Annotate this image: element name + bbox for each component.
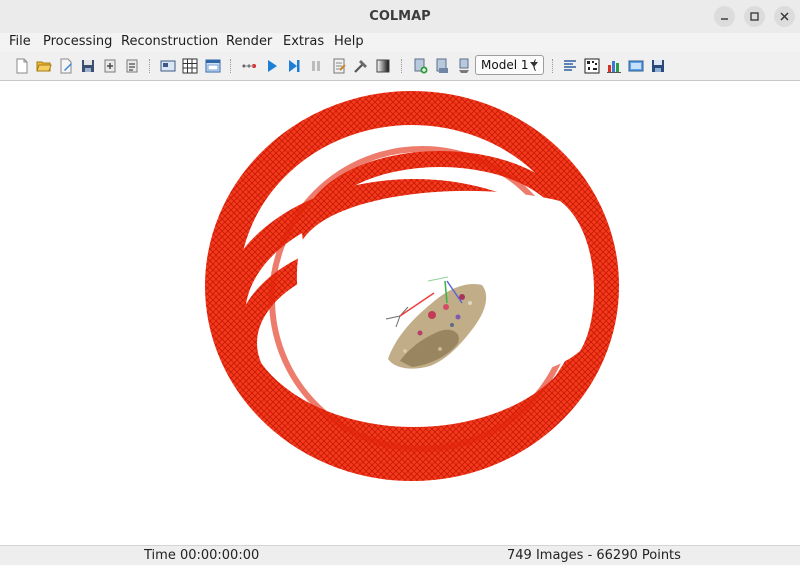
menu-extras[interactable]: Extras [283, 34, 324, 49]
start-reconstruction-icon[interactable] [264, 58, 280, 74]
maximize-button[interactable] [744, 6, 765, 27]
database-management-icon[interactable] [205, 58, 221, 74]
menu-help[interactable]: Help [334, 34, 364, 49]
status-time: Time 00:00:00:00 [144, 548, 260, 563]
opengl-viewport[interactable] [0, 81, 800, 545]
reconstruction-stats-icon[interactable] [606, 58, 622, 74]
import-model-icon[interactable] [102, 58, 118, 74]
add-model-icon[interactable] [412, 58, 428, 74]
menu-processing[interactable]: Processing [43, 34, 112, 49]
reconstruction-scene[interactable] [0, 81, 800, 545]
window-title: COLMAP [369, 9, 431, 24]
toolbar-separator [230, 59, 232, 73]
menu-render[interactable]: Render [226, 34, 272, 49]
toolbar [0, 52, 800, 81]
open-project-icon[interactable] [36, 58, 52, 74]
save-grab-icon[interactable] [650, 58, 666, 74]
pause-reconstruction-icon[interactable] [308, 58, 324, 74]
remove-model-icon[interactable] [456, 58, 472, 74]
bundle-adjustment-icon[interactable] [331, 58, 347, 74]
model-stats-icon[interactable] [562, 58, 578, 74]
title-bar: COLMAP [0, 0, 800, 34]
step-reconstruction-icon[interactable] [286, 58, 302, 74]
minimize-button[interactable] [714, 6, 735, 27]
maximize-icon [750, 12, 759, 21]
model-select[interactable]: Model 1 ( [475, 55, 544, 75]
match-matrix-icon[interactable] [584, 58, 600, 74]
toolbar-separator [552, 59, 554, 73]
minimize-icon [721, 18, 728, 20]
menu-bar: File Processing Reconstruction Render Ex… [0, 33, 800, 52]
edit-project-icon[interactable] [58, 58, 74, 74]
status-bar: Time 00:00:00:00 749 Images - 66290 Poin… [0, 545, 800, 565]
undistort-icon[interactable] [241, 58, 257, 74]
model-select-value: Model 1 ( [481, 58, 537, 72]
new-project-icon[interactable] [14, 58, 30, 74]
menu-reconstruction[interactable]: Reconstruction [121, 34, 218, 49]
menu-file[interactable]: File [9, 34, 31, 49]
dense-reconstruction-icon[interactable] [353, 58, 369, 74]
render-toggle-icon[interactable] [375, 58, 391, 74]
save-project-icon[interactable] [80, 58, 96, 74]
close-button[interactable] [774, 6, 795, 27]
toolbar-separator [149, 59, 151, 73]
close-icon [780, 12, 789, 21]
export-model-icon[interactable] [124, 58, 140, 74]
chevron-down-icon [530, 62, 538, 67]
screenshot-icon[interactable] [628, 58, 644, 74]
feature-matching-icon[interactable] [182, 58, 198, 74]
toolbar-separator [401, 59, 403, 73]
status-summary: 749 Images - 66290 Points [507, 548, 681, 563]
reset-model-icon[interactable] [434, 58, 450, 74]
feature-extraction-icon[interactable] [160, 58, 176, 74]
